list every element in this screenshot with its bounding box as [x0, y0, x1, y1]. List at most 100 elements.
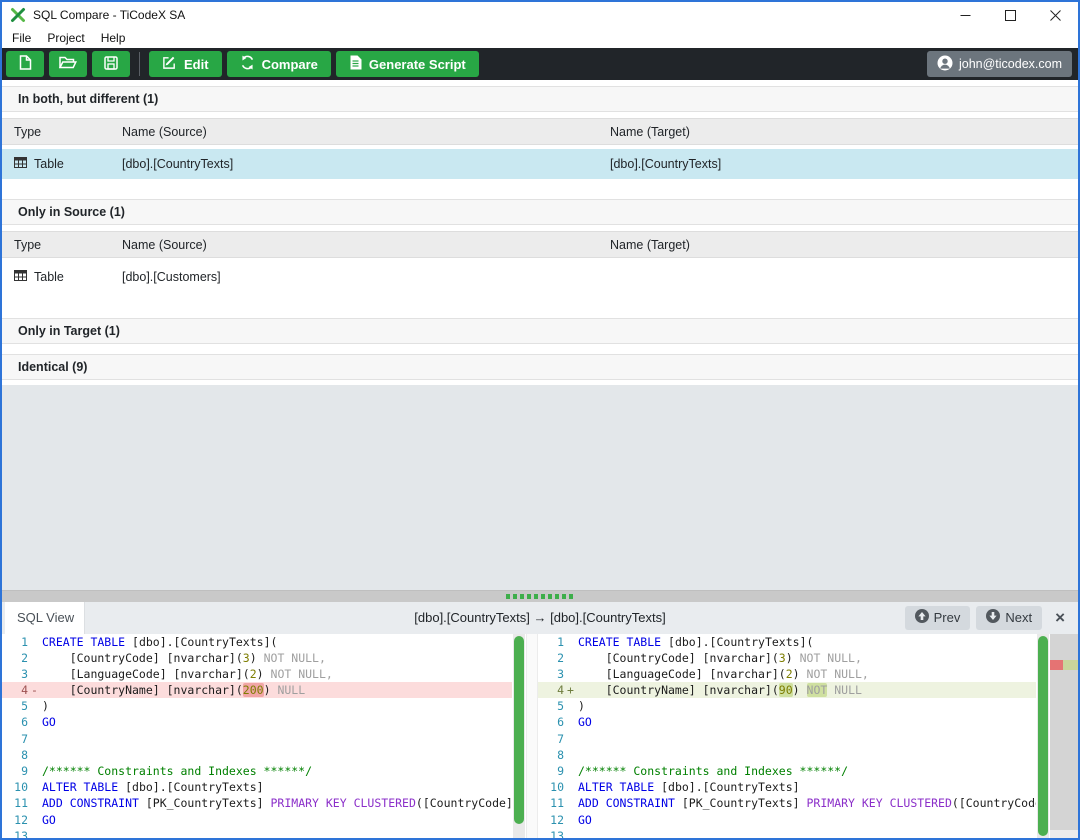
arrow-down-circle-icon [986, 609, 1000, 626]
new-project-button[interactable] [6, 51, 44, 77]
source-scrollbar-thumb[interactable] [514, 636, 524, 824]
row-type-cell: Table [2, 157, 110, 171]
row-source-name: [dbo].[CountryTexts] [110, 157, 610, 171]
row-target-name: [dbo].[CountryTexts] [610, 157, 1078, 171]
comparison-sections: In both, but different (1)TypeName (Sour… [2, 80, 1078, 380]
code-line: 6 GO [2, 714, 512, 730]
menu-project[interactable]: Project [39, 31, 92, 45]
prev-difference-button[interactable]: Prev [905, 606, 971, 630]
code-line: 5) [2, 698, 512, 714]
row-type-label: Table [34, 157, 64, 171]
menu-file[interactable]: File [4, 31, 39, 45]
diff-marker [564, 828, 577, 838]
line-text: [LanguageCode] [nvarchar](2) NOT NULL, [41, 666, 512, 682]
line-text: GO [41, 714, 512, 730]
section-spacer [2, 179, 1078, 199]
line-text: [CountryName] [nvarchar](200) NULL [41, 682, 512, 698]
code-line: 10ALTER TABLE [dbo].[CountryTexts] [2, 779, 512, 795]
diff-row[interactable]: Table [dbo].[CountryTexts][dbo].[CountryT… [2, 149, 1078, 179]
line-text: CREATE TABLE [dbo].[CountryTexts]( [41, 634, 512, 650]
line-number: 1 [538, 634, 564, 650]
maximize-button[interactable] [988, 2, 1033, 28]
line-text: /****** Constraints and Indexes ******/ [577, 763, 1036, 779]
section-title: Only in Target (1) [18, 324, 120, 338]
line-text [577, 747, 1036, 763]
code-line: 1 CREATE TABLE [dbo].[CountryTexts]( [538, 634, 1036, 650]
generate-script-button-label: Generate Script [369, 57, 466, 72]
line-number: 11 [2, 795, 28, 811]
line-number: 5 [2, 698, 28, 714]
line-text [577, 828, 1036, 838]
target-scrollbar[interactable] [1037, 634, 1049, 839]
section-header-only-in-source[interactable]: Only in Source (1) [2, 199, 1078, 225]
line-text: ALTER TABLE [dbo].[CountryTexts] [41, 779, 512, 795]
diff-nav-controls: Prev Next × [905, 606, 1078, 630]
line-text: GO [41, 812, 512, 828]
section-header-identical[interactable]: Identical (9) [2, 354, 1078, 380]
line-number: 8 [538, 747, 564, 763]
sql-view-tabbar: [dbo].[CountryTexts] → [dbo].[CountryTex… [2, 602, 1078, 634]
row-source-name: [dbo].[Customers] [110, 270, 610, 284]
row-type-label: Table [34, 270, 64, 284]
line-number: 6 [2, 714, 28, 730]
diff-marker [28, 747, 41, 763]
line-text: [CountryCode] [nvarchar](3) NOT NULL, [577, 650, 1036, 666]
generate-script-button[interactable]: Generate Script [336, 51, 479, 77]
column-header-name-target: Name (Target) [610, 238, 1078, 252]
diff-marker: + [564, 682, 577, 698]
generate-script-icon [349, 55, 362, 73]
code-line: 11ADD CONSTRAINT [PK_CountryTexts] PRIMA… [2, 795, 512, 811]
line-number: 11 [538, 795, 564, 811]
edit-button[interactable]: Edit [149, 51, 222, 77]
source-scrollbar[interactable] [513, 634, 525, 839]
diff-row[interactable]: Table [dbo].[Customers] [2, 262, 1078, 292]
compare-button-label: Compare [262, 57, 318, 72]
sql-diff-view: 1CREATE TABLE [dbo].[CountryTexts](2 [Co… [2, 634, 1078, 839]
tab-sql-view[interactable]: SQL View [5, 602, 85, 634]
line-number: 4 [538, 682, 564, 698]
diff-marker [28, 714, 41, 730]
splitter-bar[interactable] [2, 590, 1078, 602]
line-number: 3 [538, 666, 564, 682]
next-difference-button[interactable]: Next [976, 606, 1042, 630]
diff-overview-removed-marker [1050, 660, 1063, 670]
save-project-button[interactable] [92, 51, 130, 77]
section-title: In both, but different (1) [18, 92, 158, 106]
compare-button[interactable]: Compare [227, 51, 331, 77]
user-account-button[interactable]: john@ticodex.com [927, 51, 1072, 77]
minimize-button[interactable] [943, 2, 988, 28]
code-line: 2 [CountryCode] [nvarchar](3) NOT NULL, [538, 650, 1036, 666]
code-line: 5) [538, 698, 1036, 714]
line-number: 7 [538, 731, 564, 747]
line-text: ) [41, 698, 512, 714]
section-header-in-both-but-different[interactable]: In both, but different (1) [2, 86, 1078, 112]
code-line: 9/****** Constraints and Indexes ******/ [538, 763, 1036, 779]
splitter-grip-icon[interactable] [506, 594, 574, 599]
diff-marker [564, 812, 577, 828]
diff-marker [28, 779, 41, 795]
table-icon [14, 157, 27, 171]
target-code-lines: 1 CREATE TABLE [dbo].[CountryTexts](2 [Co… [538, 634, 1036, 839]
line-text: [CountryName] [nvarchar](90) NOT NULL [577, 682, 1036, 698]
line-text: CREATE TABLE [dbo].[CountryTexts]( [577, 634, 1036, 650]
target-scrollbar-thumb[interactable] [1038, 636, 1048, 836]
close-button[interactable] [1033, 2, 1078, 28]
prev-button-label: Prev [934, 610, 961, 625]
open-project-button[interactable] [49, 51, 87, 77]
source-code-pane[interactable]: 1CREATE TABLE [dbo].[CountryTexts](2 [Co… [2, 634, 526, 839]
diff-overview-strip[interactable] [1050, 634, 1078, 839]
code-line: 8 [2, 747, 512, 763]
code-line: 7 [2, 731, 512, 747]
menu-help[interactable]: Help [93, 31, 134, 45]
diff-marker [28, 731, 41, 747]
diff-marker [564, 747, 577, 763]
code-line: 7 [538, 731, 1036, 747]
line-number: 7 [2, 731, 28, 747]
target-code-pane[interactable]: 1 CREATE TABLE [dbo].[CountryTexts](2 [Co… [538, 634, 1078, 839]
section-header-only-in-target[interactable]: Only in Target (1) [2, 318, 1078, 344]
line-number: 6 [538, 714, 564, 730]
diff-marker [28, 650, 41, 666]
diff-marker [564, 634, 577, 650]
close-sql-view-icon[interactable]: × [1048, 608, 1072, 628]
diff-marker [28, 795, 41, 811]
